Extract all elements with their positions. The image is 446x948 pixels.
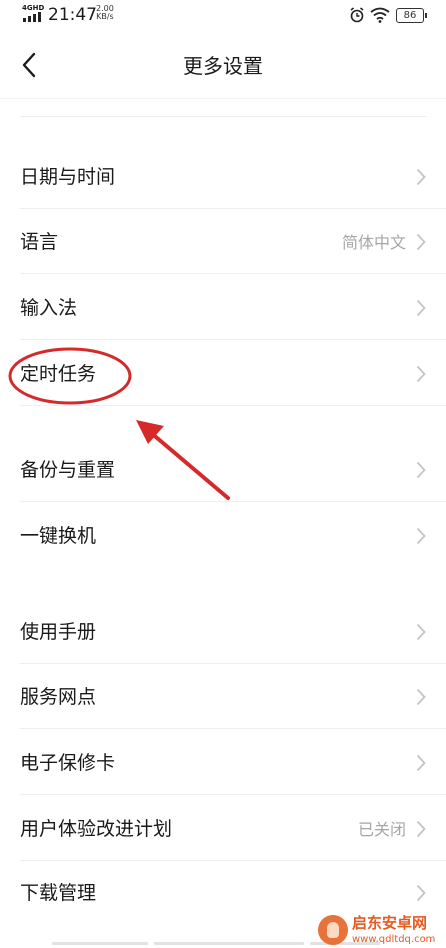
row-label: 用户体验改进计划 (20, 818, 173, 840)
chevron-right-icon (416, 884, 426, 902)
row-label: 一键换机 (20, 525, 97, 547)
row-separator (20, 273, 446, 274)
chevron-right-icon (416, 754, 426, 772)
row-user-experience[interactable]: 用户体验改进计划 已关闭 (0, 797, 446, 861)
row-label: 语言 (20, 231, 59, 253)
row-date-time[interactable]: 日期与时间 (0, 145, 446, 209)
network-type: 4GHD (22, 4, 45, 12)
row-value: 已关闭 (357, 820, 406, 839)
chevron-right-icon (416, 688, 426, 706)
row-user-manual[interactable]: 使用手册 (0, 600, 446, 664)
watermark-title: 启东安卓网 (352, 914, 428, 932)
header-divider (0, 98, 446, 99)
row-label: 服务网点 (20, 686, 97, 708)
row-service-centers[interactable]: 服务网点 (0, 665, 446, 729)
row-language[interactable]: 语言 简体中文 (0, 210, 446, 274)
red-arrow-annotation (136, 420, 230, 500)
row-separator (20, 208, 446, 209)
row-separator (20, 728, 446, 729)
row-phone-clone[interactable]: 一键换机 (0, 504, 446, 568)
row-label: 下载管理 (20, 882, 97, 904)
chevron-right-icon (416, 820, 426, 838)
wifi-icon (370, 7, 390, 23)
speed-unit: KB/s (96, 12, 114, 21)
network-speed: 2.00 KB/s (96, 5, 114, 21)
battery-indicator: 86 (396, 8, 427, 23)
chevron-right-icon (416, 168, 426, 186)
chevron-right-icon (416, 527, 426, 545)
clock: 21:47 (48, 5, 97, 25)
row-label: 日期与时间 (20, 166, 116, 188)
chevron-right-icon (416, 365, 426, 383)
chevron-right-icon (416, 233, 426, 251)
app-header: 更多设置 (0, 36, 446, 98)
row-value: 简体中文 (341, 233, 406, 252)
watermark-logo-icon (318, 915, 348, 945)
chevron-right-icon (416, 623, 426, 641)
signal-icon (23, 12, 41, 22)
row-label: 使用手册 (20, 621, 97, 643)
chevron-right-icon (416, 461, 426, 479)
row-separator (20, 794, 446, 795)
alarm-icon (350, 7, 364, 23)
row-label: 电子保修卡 (20, 752, 116, 774)
row-e-warranty[interactable]: 电子保修卡 (0, 731, 446, 795)
watermark-url: www.qdltdq.com (352, 934, 436, 945)
section-divider (20, 116, 426, 117)
page-title: 更多设置 (183, 54, 263, 78)
row-input-method[interactable]: 输入法 (0, 276, 446, 340)
row-separator (20, 339, 446, 340)
row-label: 备份与重置 (20, 459, 116, 481)
highlight-ellipse-annotation (8, 347, 132, 405)
site-watermark: 启东安卓网 www.qdltdq.com (318, 912, 446, 948)
row-separator (20, 663, 446, 664)
row-label: 输入法 (20, 297, 78, 319)
chevron-right-icon (416, 299, 426, 317)
status-bar: 4GHD 21:47 2.00 KB/s 86 (0, 0, 446, 32)
